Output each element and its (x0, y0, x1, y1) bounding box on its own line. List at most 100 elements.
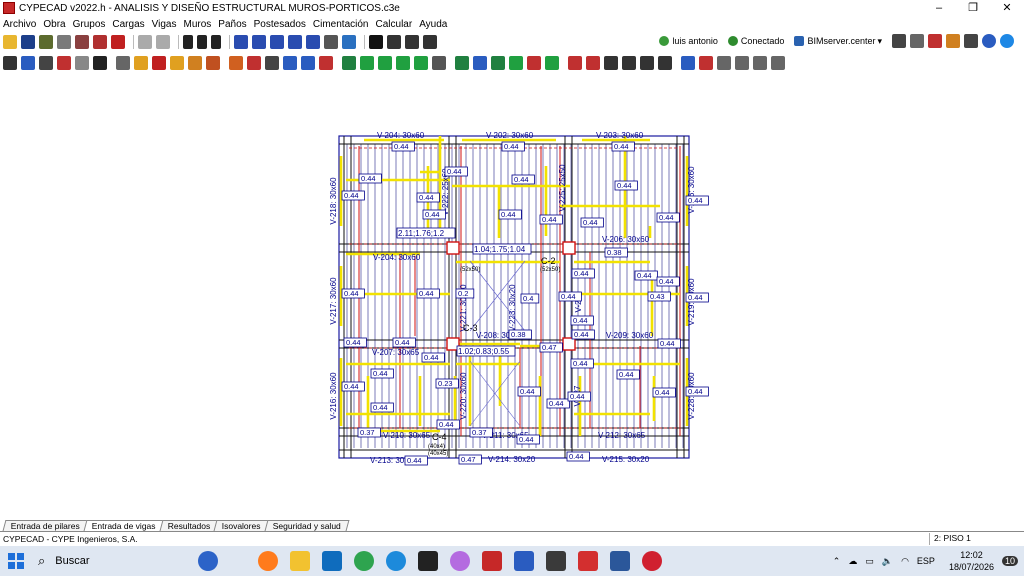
camera-icon[interactable] (892, 34, 906, 48)
redo-icon[interactable] (156, 35, 170, 49)
maximize-button[interactable]: ❐ (956, 0, 990, 16)
calculator-icon[interactable] (546, 551, 566, 571)
menu-postesados[interactable]: Postesados (254, 19, 306, 30)
cype-launcher-icon[interactable] (642, 551, 662, 571)
beam-tool-icon-25[interactable] (455, 56, 469, 70)
taskbar-search[interactable]: ⌕ Buscar (38, 549, 258, 573)
config-icon[interactable] (910, 34, 924, 48)
chrome-icon[interactable] (354, 551, 374, 571)
beam-tool-icon-31[interactable] (568, 56, 582, 70)
column-4[interactable] (562, 337, 576, 351)
beam-tool-icon-5[interactable] (75, 56, 89, 70)
tab-seguridad-salud[interactable]: Seguridad y salud (264, 520, 350, 531)
zoom-previous-icon[interactable] (306, 35, 320, 49)
beam-tool-icon-23[interactable] (414, 56, 428, 70)
beam-tool-icon-36[interactable] (658, 56, 672, 70)
beam-tool-icon-10[interactable] (170, 56, 184, 70)
beam-tool-icon-26[interactable] (473, 56, 487, 70)
beam-tool-icon-16[interactable] (283, 56, 297, 70)
copilot-icon[interactable] (450, 551, 470, 571)
close-button[interactable]: ✕ (990, 0, 1024, 16)
user-status[interactable]: luis antonio (659, 36, 718, 46)
tab-entrada-vigas[interactable]: Entrada de vigas (83, 520, 165, 531)
clock[interactable]: 12:02 18/07/2026 (949, 549, 994, 573)
windows-start-icon[interactable] (8, 553, 24, 569)
beam-tool-icon-41[interactable] (753, 56, 767, 70)
edge-icon[interactable] (386, 551, 406, 571)
menu-panos[interactable]: Paños (218, 19, 246, 30)
redraw-icon[interactable] (342, 35, 356, 49)
tab-entrada-pilares[interactable]: Entrada de pilares (2, 520, 89, 531)
beam-tool-icon-30[interactable] (545, 56, 559, 70)
column-1[interactable] (446, 241, 460, 255)
floor-down-icon[interactable] (211, 35, 221, 49)
beam-tool-icon-20[interactable] (360, 56, 374, 70)
beam-tool-icon-14[interactable] (247, 56, 261, 70)
widget-ball-icon[interactable] (198, 551, 218, 571)
report-icon[interactable] (75, 35, 89, 49)
beam-tool-icon-19[interactable] (342, 56, 356, 70)
beam-tool-icon-42[interactable] (771, 56, 785, 70)
menu-calcular[interactable]: Calcular (376, 19, 413, 30)
wizard-icon[interactable] (39, 35, 53, 49)
pan-icon[interactable] (324, 35, 338, 49)
beam-tool-icon-21[interactable] (378, 56, 392, 70)
preferences-icon[interactable] (964, 34, 978, 48)
menu-cargas[interactable]: Cargas (112, 19, 144, 30)
beam-tool-icon-3[interactable] (39, 56, 53, 70)
beam-tool-icon-4[interactable] (57, 56, 71, 70)
menu-grupos[interactable]: Grupos (73, 19, 106, 30)
floor-up-icon[interactable] (183, 35, 193, 49)
menu-archivo[interactable]: Archivo (3, 19, 36, 30)
zoom-window-icon[interactable] (234, 35, 248, 49)
beam-tool-icon-11[interactable] (188, 56, 202, 70)
beam-tool-icon-22[interactable] (396, 56, 410, 70)
menu-cimentacion[interactable]: Cimentación (313, 19, 369, 30)
web-icon[interactable] (1000, 34, 1014, 48)
beam-tool-icon-8[interactable] (134, 56, 148, 70)
floor-select-icon[interactable] (197, 35, 207, 49)
help-icon[interactable] (982, 34, 996, 48)
beam-tool-icon-34[interactable] (622, 56, 636, 70)
beam-tool-icon-15[interactable] (265, 56, 279, 70)
axis-tool-icon[interactable] (405, 35, 419, 49)
tools-icon[interactable] (57, 35, 71, 49)
beam-tool-icon-40[interactable] (735, 56, 749, 70)
acrobat-icon[interactable] (578, 551, 598, 571)
word-icon[interactable] (610, 551, 630, 571)
undo-icon[interactable] (138, 35, 152, 49)
minimize-button[interactable]: – (922, 0, 956, 16)
beam-tool-icon-38[interactable] (699, 56, 713, 70)
connection-indicator[interactable]: Conectado (727, 36, 784, 46)
bimserver-dropdown[interactable]: BIMserver.center ▾ (794, 36, 882, 47)
zoom-all-icon[interactable] (288, 35, 302, 49)
magnet-icon[interactable] (111, 35, 125, 49)
beam-tool-icon-29[interactable] (527, 56, 541, 70)
beam-tool-icon-2[interactable] (21, 56, 35, 70)
grid-icon[interactable] (93, 35, 107, 49)
beam-tool-icon-27[interactable] (491, 56, 505, 70)
beam-tool-icon-13[interactable] (229, 56, 243, 70)
beam-tool-icon-7[interactable] (116, 56, 130, 70)
beam-tool-icon-33[interactable] (604, 56, 618, 70)
tab-resultados[interactable]: Resultados (159, 520, 219, 531)
beam-tool-icon-12[interactable] (206, 56, 220, 70)
menu-vigas[interactable]: Vigas (152, 19, 177, 30)
menu-obra[interactable]: Obra (43, 19, 65, 30)
sticky-notes-icon[interactable] (418, 551, 438, 571)
file-explorer-icon[interactable] (290, 551, 310, 571)
floor-plan[interactable]: V-204: 30x60 V-202: 30x60 V-203: 30x60 V-20… (0, 76, 1024, 518)
beam-tool-icon-32[interactable] (586, 56, 600, 70)
zoom-out-icon[interactable] (270, 35, 284, 49)
measure-icon[interactable] (423, 35, 437, 49)
cypecad-task-icon[interactable] (482, 551, 502, 571)
wifi-icon[interactable]: ◠ (901, 556, 909, 567)
zoom-in-icon[interactable] (252, 35, 266, 49)
beam-tool-icon-35[interactable] (640, 56, 654, 70)
firefox-icon[interactable] (258, 551, 278, 571)
chevron-up-icon[interactable]: ⌃ (833, 556, 841, 567)
battery-icon[interactable]: ▭ (865, 556, 874, 567)
beam-tool-icon-6[interactable] (93, 56, 107, 70)
view-3d-icon[interactable] (369, 35, 383, 49)
menu-ayuda[interactable]: Ayuda (419, 19, 447, 30)
